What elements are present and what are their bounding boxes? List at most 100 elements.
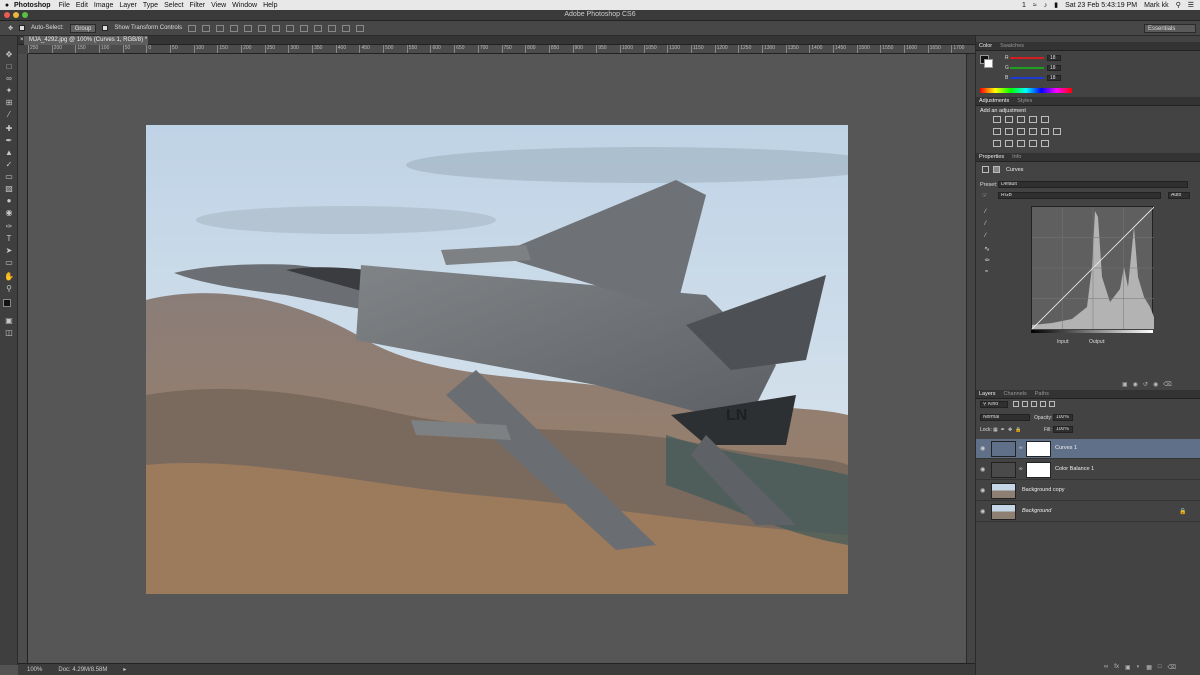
green-channel-value[interactable]: 18 (1047, 65, 1061, 71)
tab-swatches[interactable]: Swatches (1000, 42, 1024, 50)
threshold-icon[interactable] (1017, 140, 1025, 147)
new-adjustment-layer-icon[interactable]: ◐ (1137, 664, 1141, 671)
menu-help[interactable]: Help (263, 2, 283, 9)
quick-select-tool-icon[interactable]: ✦ (3, 86, 15, 96)
type-tool-icon[interactable]: T (3, 234, 15, 244)
black-white-icon[interactable] (1017, 128, 1025, 135)
tab-layers[interactable]: Layers (979, 390, 996, 398)
clock[interactable]: Sat 23 Feb 5:43:19 PM (1065, 2, 1137, 9)
menu-file[interactable]: File (59, 2, 76, 9)
layer-name[interactable]: Curves 1 (1055, 445, 1077, 451)
new-layer-icon[interactable]: □ (1158, 664, 1162, 671)
ruler-origin[interactable] (18, 45, 28, 54)
stamp-tool-icon[interactable]: ▲ (3, 148, 15, 158)
photo-filter-icon[interactable] (1029, 128, 1037, 135)
edit-points-curve-icon[interactable]: ∿ (984, 245, 990, 253)
gradient-tool-icon[interactable]: ▨ (3, 184, 15, 194)
hue-saturation-icon[interactable] (993, 128, 1001, 135)
invert-icon[interactable] (993, 140, 1001, 147)
preset-dropdown[interactable]: Default (998, 181, 1188, 188)
align-hcenter-icon[interactable] (244, 24, 253, 32)
lock-transparent-icon[interactable]: ▦ (993, 427, 998, 433)
menu-type[interactable]: Type (143, 2, 164, 9)
blue-channel-value[interactable]: 18 (1047, 75, 1061, 81)
clip-to-layer-icon[interactable]: ▣ (1122, 381, 1128, 388)
auto-button[interactable]: Auto (1168, 192, 1190, 199)
lock-all-icon[interactable]: 🔒 (1015, 427, 1021, 433)
user-name[interactable]: Mark kk (1144, 2, 1169, 9)
align-vcenter-icon[interactable] (202, 24, 211, 32)
blend-mode-dropdown[interactable]: Normal (980, 414, 1030, 421)
layer-filter-dropdown[interactable]: ⚲ Kind (980, 401, 1008, 408)
layer-mask-thumbnail[interactable] (1026, 462, 1051, 478)
tab-adjustments[interactable]: Adjustments (979, 97, 1009, 105)
link-layers-icon[interactable]: ∞ (1104, 664, 1108, 671)
color-balance-adj-icon[interactable] (1005, 128, 1013, 135)
visibility-eye-icon[interactable]: ◉ (980, 487, 988, 494)
auto-select-checkbox[interactable] (19, 25, 26, 31)
lock-image-icon[interactable]: ✒ (1001, 427, 1005, 433)
distribute-bottom-icon[interactable] (300, 24, 309, 32)
sample-white-point-icon[interactable]: ⁄ (985, 233, 986, 239)
history-brush-tool-icon[interactable]: ✓ (3, 160, 15, 170)
curves-adj-icon[interactable] (1017, 116, 1025, 123)
tab-properties[interactable]: Properties (979, 153, 1004, 161)
menu-window[interactable]: Window (232, 2, 263, 9)
layer-mask-thumbnail[interactable] (1026, 441, 1051, 457)
brush-tool-icon[interactable]: ✒ (3, 136, 15, 146)
red-channel-value[interactable]: 18 (1047, 55, 1061, 61)
hand-tool-icon[interactable]: ✋ (3, 272, 15, 282)
layer-name[interactable]: Background (1022, 508, 1051, 514)
lasso-tool-icon[interactable]: ∞ (3, 74, 15, 84)
distribute-right-icon[interactable] (342, 24, 351, 32)
channel-mixer-icon[interactable] (1041, 128, 1049, 135)
visibility-eye-icon[interactable]: ◉ (980, 466, 988, 473)
visibility-eye-icon[interactable]: ◉ (980, 445, 988, 452)
delete-adjustment-icon[interactable]: ⌫ (1163, 381, 1171, 388)
reset-adjustment-icon[interactable]: ↺ (1143, 381, 1148, 388)
sample-black-point-icon[interactable]: ⁄ (985, 209, 986, 215)
mask-link-icon[interactable]: ∞ (1019, 466, 1023, 472)
type-filter-icon[interactable] (1031, 401, 1037, 407)
mask-link-icon[interactable]: ∞ (1019, 445, 1023, 451)
toggle-visibility-icon[interactable]: ◉ (1153, 381, 1158, 388)
document-image[interactable]: LN (146, 125, 848, 594)
layer-style-icon[interactable]: fx (1114, 664, 1119, 671)
visibility-eye-icon[interactable]: ◉ (980, 508, 988, 515)
distribute-top-icon[interactable] (272, 24, 281, 32)
on-image-adjust-icon[interactable]: ☞ (982, 192, 987, 199)
menu-photoshop[interactable]: Photoshop (14, 2, 59, 9)
workspace-switcher[interactable]: Essentials (1144, 24, 1196, 33)
menu-select[interactable]: Select (164, 2, 189, 9)
align-left-icon[interactable] (230, 24, 239, 32)
horizontal-ruler[interactable]: 250 200 150 100 50 0 50 100 150 200 250 300 350 400 45… (28, 45, 975, 54)
healing-tool-icon[interactable]: ✚ (3, 124, 15, 134)
layer-name[interactable]: Color Balance 1 (1055, 466, 1094, 472)
view-previous-state-icon[interactable]: ◉ (1133, 381, 1138, 388)
align-right-icon[interactable] (258, 24, 267, 32)
foreground-color-swatch[interactable] (3, 299, 11, 307)
mask-properties-icon[interactable] (993, 166, 1000, 173)
new-group-icon[interactable]: ▦ (1146, 664, 1152, 671)
align-top-icon[interactable] (188, 24, 197, 32)
menu-view[interactable]: View (211, 2, 232, 9)
layer-name[interactable]: Background copy (1022, 487, 1065, 493)
blue-channel-slider[interactable] (1010, 77, 1044, 79)
layer-row-background[interactable]: ◉ Background 🔒 (976, 502, 1200, 522)
wifi-icon[interactable]: ≈ (1033, 2, 1037, 9)
lock-position-icon[interactable]: ✥ (1008, 427, 1012, 433)
zoom-level-field[interactable]: 100% (27, 667, 42, 673)
menu-image[interactable]: Image (94, 2, 119, 9)
color-lookup-icon[interactable] (1053, 128, 1061, 135)
tab-info[interactable]: Info (1012, 153, 1021, 161)
layer-row-color-balance[interactable]: ◉ ∞ Color Balance 1 (976, 460, 1200, 480)
spotlight-search-icon[interactable]: ⚲ (1176, 1, 1181, 9)
posterize-icon[interactable] (1005, 140, 1013, 147)
screen-mode-icon[interactable]: ◫ (3, 328, 15, 338)
tab-styles[interactable]: Styles (1017, 97, 1032, 105)
adjustment-filter-icon[interactable] (1022, 401, 1028, 407)
pen-tool-icon[interactable]: ✑ (3, 222, 15, 232)
menu-edit[interactable]: Edit (76, 2, 94, 9)
smart-object-filter-icon[interactable] (1049, 401, 1055, 407)
channel-dropdown[interactable]: RGB (998, 192, 1161, 199)
